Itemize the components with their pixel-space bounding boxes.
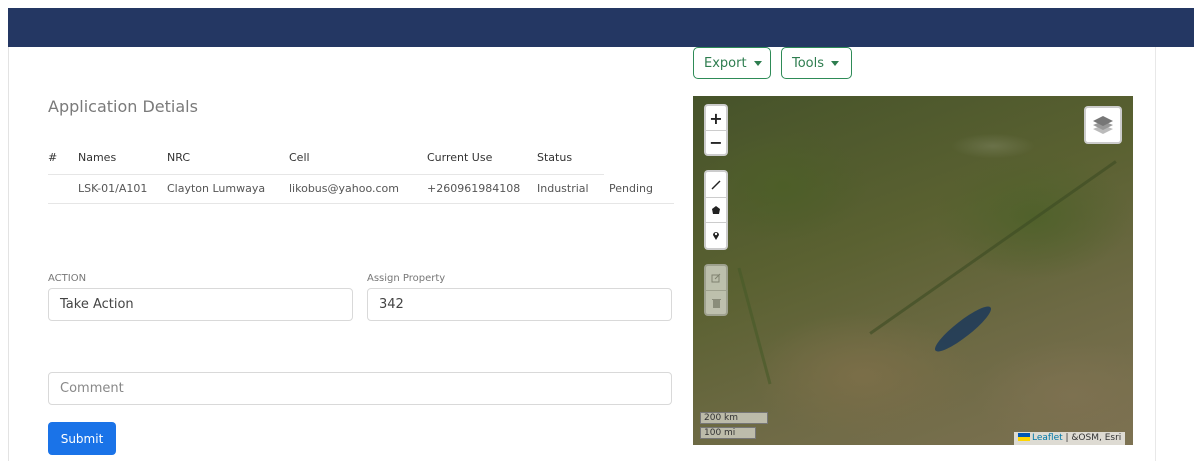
action-label: ACTION [48,273,87,284]
col-header-names: Names [78,150,117,164]
ukraine-flag-icon [1018,433,1030,441]
top-navbar [8,8,1194,47]
zoom-control: + − [704,104,728,156]
application-table: # Names NRC Cell Current Use Status LSK-… [48,140,669,202]
cell-status-value: Pending [609,181,653,195]
cell-status: Industrial [537,181,589,195]
section-title: Application Detials [48,97,198,116]
draw-toolbar [704,170,728,250]
draw-polyline-button[interactable] [706,172,726,197]
page: Export Tools Application Detials # Names… [0,0,1194,461]
col-header-nrc: NRC [167,150,191,164]
caret-down-icon [753,60,762,66]
cell-index [48,174,78,202]
col-header-status: Status [537,150,573,164]
col-header-extra [609,140,669,174]
action-select[interactable]: Take Action [48,288,353,321]
delete-layers-button[interactable] [706,290,726,314]
edit-layers-button[interactable] [706,266,726,290]
table-divider [48,174,604,175]
export-button[interactable]: Export [693,47,771,79]
table-divider [48,203,674,204]
scale-mi: 100 mi [700,427,756,439]
marker-icon [713,231,719,240]
scale-km: 200 km [700,412,768,424]
leaflet-link[interactable]: Leaflet [1032,433,1063,443]
comment-input[interactable]: Comment [48,372,672,405]
map-terrain-ridge [737,267,772,385]
col-header-index: # [48,150,58,164]
trash-icon [711,298,721,308]
edit-icon [711,273,721,283]
attribution-text: | &OSM, Esri [1062,433,1122,443]
layers-control[interactable] [1084,106,1122,144]
caret-down-icon [831,60,840,66]
col-header-cell: Cell [289,150,310,164]
map-terrain-ridge [869,160,1117,335]
zoom-in-button[interactable]: + [706,106,726,130]
panel-right-border [1155,47,1156,461]
satellite-map[interactable] [693,96,1133,445]
edit-toolbar [704,264,728,316]
submit-button[interactable]: Submit [48,422,116,455]
tools-label: Tools [792,55,825,71]
cell-current-use: +260961984108 [427,181,521,195]
panel-left-border [8,47,9,461]
table-row[interactable]: LSK-01/A101 Clayton Lumwaya likobus@yaho… [48,174,669,202]
polyline-icon [711,180,721,189]
assign-property-input[interactable]: 342 [367,288,672,321]
draw-marker-button[interactable] [706,222,726,247]
tools-button[interactable]: Tools [781,47,852,79]
cell-cell: likobus@yahoo.com [289,181,399,195]
table-header-row: # Names NRC Cell Current Use Status [48,140,669,174]
zoom-out-button[interactable]: − [706,130,726,154]
export-label: Export [704,55,747,71]
col-header-current-use: Current Use [427,150,493,164]
map-lake [930,301,996,357]
assign-property-label: Assign Property [367,273,446,284]
cell-names: LSK-01/A101 [78,181,148,195]
cell-nrc: Clayton Lumwaya [167,181,266,195]
polygon-icon [712,206,720,214]
draw-polygon-button[interactable] [706,197,726,222]
map-attribution: Leaflet | &OSM, Esri [1014,432,1126,445]
layers-icon [1093,116,1113,134]
